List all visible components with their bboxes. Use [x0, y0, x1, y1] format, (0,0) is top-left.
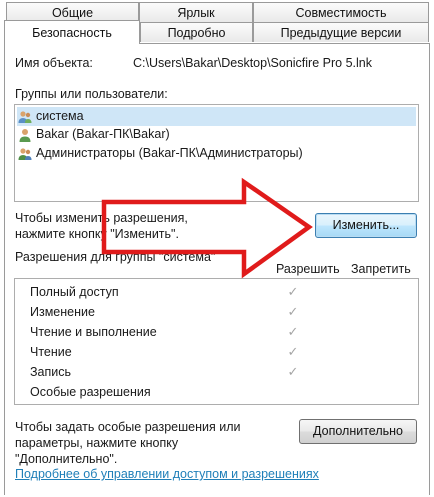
properties-dialog: Общие Ярлык Совместимость Безопасность П… [0, 0, 434, 497]
tab-panel [4, 43, 430, 495]
tab-details[interactable]: Подробно [140, 22, 253, 42]
tab-shortcut[interactable]: Ярлык [139, 2, 253, 22]
tab-compatibility[interactable]: Совместимость [253, 2, 429, 22]
tab-general[interactable]: Общие [6, 2, 139, 22]
tab-security[interactable]: Безопасность [4, 20, 140, 44]
tab-previous-versions[interactable]: Предыдущие версии [253, 22, 429, 42]
